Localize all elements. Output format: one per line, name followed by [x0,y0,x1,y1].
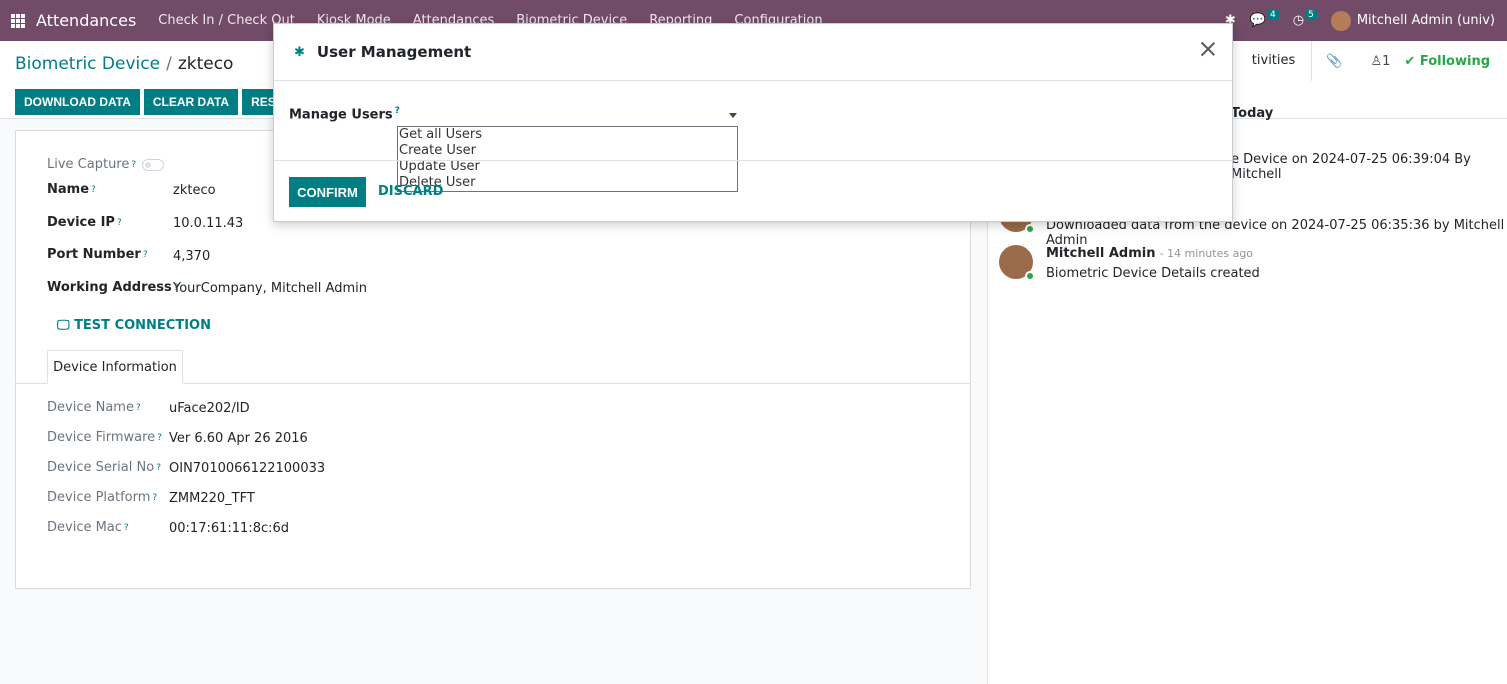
port-row: Port Number? [47,247,148,262]
breadcrumb-current: zkteco [177,54,234,74]
address-row: Working Address? [47,280,179,295]
breadcrumb-parent[interactable]: Biometric Device [15,54,160,74]
discard-button[interactable]: DISCARD [378,184,443,199]
help-icon: ? [135,402,141,413]
bug-icon: ✱ [294,44,305,60]
messages-button[interactable]: 💬 4 [1249,9,1279,28]
help-icon: ? [123,522,129,533]
action-buttons: DOWNLOAD DATA CLEAR DATA RES [15,89,285,115]
activities-button[interactable]: ◷ 5 [1292,9,1317,28]
device-firmware-value: Ver 6.60 Apr 26 2016 [169,431,308,446]
user-management-dialog: ✱ User Management Manage Users? Get all … [273,23,1233,222]
user-name: Mitchell Admin (univ) [1356,13,1495,28]
chevron-down-icon [729,113,737,118]
port-field[interactable]: 4,370 [173,249,210,264]
clear-data-button[interactable]: CLEAR DATA [143,89,239,115]
following-button[interactable]: ✔ Following [1404,54,1507,69]
tab-device-information[interactable]: Device Information [47,350,183,384]
device-platform-label: Device Platform [47,490,151,505]
working-address-field[interactable]: YourCompany, Mitchell Admin [173,281,367,296]
close-icon[interactable] [1198,40,1218,60]
paperclip-icon[interactable]: 📎 [1312,54,1356,69]
name-row: Name? [47,182,96,197]
apps-menu-icon[interactable] [0,0,36,41]
port-label: Port Number [47,247,141,262]
help-icon: ? [156,462,161,473]
app-name[interactable]: Attendances [36,11,136,30]
device-name-value: uFace202/ID [169,401,250,416]
device-firmware-label: Device Firmware [47,430,156,445]
download-data-button[interactable]: DOWNLOAD DATA [15,89,140,115]
confirm-button[interactable]: CONFIRM [289,177,366,207]
check-icon: ✔ [1404,53,1420,69]
device-serial-label: Device Serial No [47,460,155,475]
test-connection-button[interactable]: 🖵 TEST CONNECTION [57,318,211,333]
device-platform-value: ZMM220_TFT [169,491,255,506]
monitor-icon: 🖵 [57,318,75,333]
help-icon: ? [157,432,162,443]
option-delete-user[interactable]: Delete User [398,175,737,191]
modal-header: ✱ User Management [274,24,1232,81]
message-text: Biometric Device Details created [1046,266,1260,281]
working-address-label: Working Address [47,280,172,295]
message-text: e Device on 2024-07-25 06:39:04 By Mitch… [1231,152,1471,182]
activities-badge: 5 [1305,9,1317,20]
message-author[interactable]: Mitchell Admin [1046,246,1155,261]
option-create-user[interactable]: Create User [398,143,737,159]
footer-divider [274,160,1232,161]
modal-title: User Management [316,43,472,61]
device-mac-value: 00:17:61:11:8c:6d [169,521,290,536]
user-icon: ♙ [1370,53,1383,69]
chatter-topbar: tivities 📎 ♙1 ✔ Following [1236,41,1507,81]
live-capture-row: Live Capture? [47,157,165,172]
ip-row: Device IP? [47,215,122,230]
manage-users-label: Manage Users? [289,106,400,123]
help-icon: ? [116,217,122,228]
device-ip-field[interactable]: 10.0.11.43 [173,216,243,231]
help-icon: ? [91,184,96,195]
device-name-label: Device Name [47,400,134,415]
today-separator: Today [1231,106,1274,121]
clock-icon: ◷ [1292,13,1305,28]
message-text: Downloaded data from the device on 2024-… [1046,218,1505,248]
option-update-user[interactable]: Update User [398,159,737,175]
message-time: - 14 minutes ago [1159,247,1254,260]
name-label: Name [47,182,90,197]
manage-users-select[interactable] [397,106,737,126]
chat-icon: 💬 [1249,13,1267,28]
device-ip-label: Device IP [47,215,115,230]
name-field[interactable]: zkteco [173,183,216,198]
avatar [999,245,1035,281]
messages-badge: 4 [1267,9,1279,20]
live-capture-toggle[interactable] [142,158,165,171]
breadcrumb: Biometric Device / zkteco [15,54,234,74]
device-serial-value: OIN7010066122100033 [169,461,326,476]
help-icon: ? [142,249,148,260]
option-get-all-users[interactable]: Get all Users [398,127,737,143]
user-avatar [1330,10,1351,31]
device-mac-label: Device Mac [47,520,122,535]
activities-button[interactable]: tivities [1236,41,1313,81]
message-header: Mitchell Admin - 14 minutes ago [1046,246,1253,261]
manage-users-dropdown: Get all Users Create User Update User De… [397,126,738,192]
user-menu[interactable]: Mitchell Admin (univ) [1330,10,1495,31]
help-icon: ? [152,492,158,503]
followers-button[interactable]: ♙1 [1356,54,1404,69]
help-icon: ? [131,159,137,170]
